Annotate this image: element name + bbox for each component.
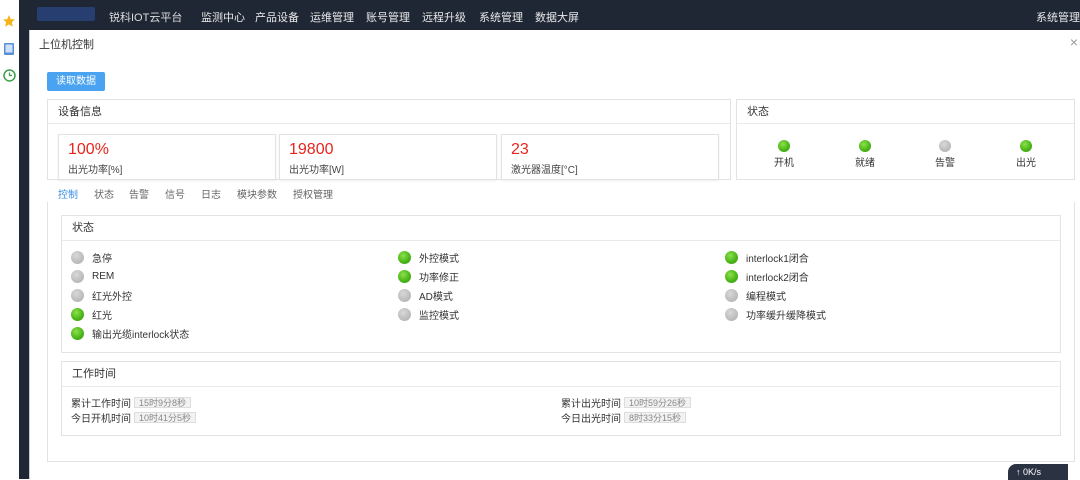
card-temperature: 23 激光器温度[°C]: [501, 134, 719, 180]
status-emission: 出光: [1006, 140, 1046, 169]
status-item-ramp-mode: 功率缓升缓降模式: [725, 307, 826, 322]
status-item-estop: 急停: [71, 250, 112, 265]
clock-icon[interactable]: [2, 68, 16, 82]
card-power-percent: 100% 出光功率[%]: [58, 134, 276, 180]
tab-log[interactable]: 日志: [201, 186, 221, 201]
worktime-title: 工作时间: [62, 362, 1060, 387]
app-frame-edge: [19, 0, 29, 479]
status-label: 告警: [935, 158, 955, 169]
status-ready: 就绪: [845, 140, 885, 169]
status-label: 开机: [774, 158, 794, 169]
card-power-watt: 19800 出光功率[W]: [279, 134, 497, 180]
status-power-on: 开机: [764, 140, 804, 169]
tab-control[interactable]: 控制: [58, 186, 78, 201]
power-percent-label: 出光功率[%]: [68, 165, 123, 176]
status-led: [1020, 140, 1032, 152]
status-panel-title: 状态: [737, 100, 1074, 124]
network-speed-badge: ↑ 0K/s: [1008, 464, 1068, 480]
status-item-interlock1: interlock1闭合: [725, 250, 809, 265]
nav-ops[interactable]: 运维管理: [310, 9, 354, 25]
tab-alarm[interactable]: 告警: [129, 186, 149, 201]
status-item-interlock2: interlock2闭合: [725, 269, 809, 284]
tablet-icon[interactable]: [2, 42, 16, 56]
status-item-ad-mode: AD模式: [398, 288, 453, 303]
tab-module-params[interactable]: 模块参数: [237, 186, 277, 201]
nav-upgrade[interactable]: 远程升级: [422, 9, 466, 25]
close-icon[interactable]: ×: [1070, 34, 1078, 50]
status-item-redlight: 红光: [71, 307, 112, 322]
temperature-label: 激光器温度[°C]: [511, 165, 578, 176]
power-watt-value: 19800: [289, 141, 334, 158]
top-navbar: 锐科IOT云平台 监测中心 产品设备 运维管理 账号管理 远程升级 系统管理 数…: [29, 0, 1080, 30]
read-data-button[interactable]: 读取数据: [47, 72, 105, 91]
status-item-program-mode: 编程模式: [725, 288, 786, 303]
status-led: [939, 140, 951, 152]
upload-arrow-icon: ↑: [1016, 467, 1021, 477]
left-rail: [0, 0, 19, 479]
control-status-title: 状态: [62, 216, 1060, 241]
nav-monitor[interactable]: 监测中心: [201, 9, 245, 25]
nav-system-right[interactable]: 系统管理: [1036, 9, 1080, 25]
status-led: [859, 140, 871, 152]
status-item-ext-mode: 外控模式: [398, 250, 459, 265]
star-icon[interactable]: [2, 14, 16, 28]
status-alarm: 告警: [925, 140, 965, 169]
tab-status[interactable]: 状态: [94, 186, 114, 201]
network-speed: 0K/s: [1023, 467, 1042, 477]
temperature-value: 23: [511, 141, 529, 158]
control-status-panel: 状态: [61, 215, 1061, 353]
status-led: [778, 140, 790, 152]
brand-name: 锐科IOT云平台: [109, 12, 183, 24]
status-item-power-correction: 功率修正: [398, 269, 459, 284]
host-control-dialog: 上位机控制 × 读取数据 设备信息 100% 出光功率[%] 19800 出光功…: [29, 30, 1080, 479]
nav-bigscreen[interactable]: 数据大屏: [535, 9, 579, 25]
dialog-title: 上位机控制: [39, 39, 94, 51]
status-label: 就绪: [855, 158, 875, 169]
today-emission-time: 今日出光时间 8时33分15秒: [561, 410, 687, 425]
tab-signal[interactable]: 信号: [165, 186, 185, 201]
status-item-redlight-ext: 红光外控: [71, 288, 132, 303]
tab-bar: 控制 状态 告警 信号 日志 模块参数 授权管理: [49, 184, 1075, 202]
nav-system[interactable]: 系统管理: [479, 9, 523, 25]
status-item-rem: REM: [71, 269, 114, 283]
total-work-time: 累计工作时间 15时9分8秒: [71, 395, 192, 410]
status-item-monitor-mode: 监控模式: [398, 307, 459, 322]
nav-account[interactable]: 账号管理: [366, 9, 410, 25]
logo: [37, 7, 95, 21]
nav-product[interactable]: 产品设备: [255, 9, 299, 25]
today-on-time: 今日开机时间 10时41分5秒: [71, 410, 197, 425]
status-item-fiber-interlock: 输出光缆interlock状态: [71, 326, 189, 341]
device-info-title: 设备信息: [48, 100, 730, 124]
power-percent-value: 100%: [68, 141, 109, 158]
status-label: 出光: [1016, 158, 1036, 169]
power-watt-label: 出光功率[W]: [289, 165, 344, 176]
tab-authorization[interactable]: 授权管理: [293, 186, 333, 201]
total-emission-time: 累计出光时间 10时59分26秒: [561, 395, 692, 410]
